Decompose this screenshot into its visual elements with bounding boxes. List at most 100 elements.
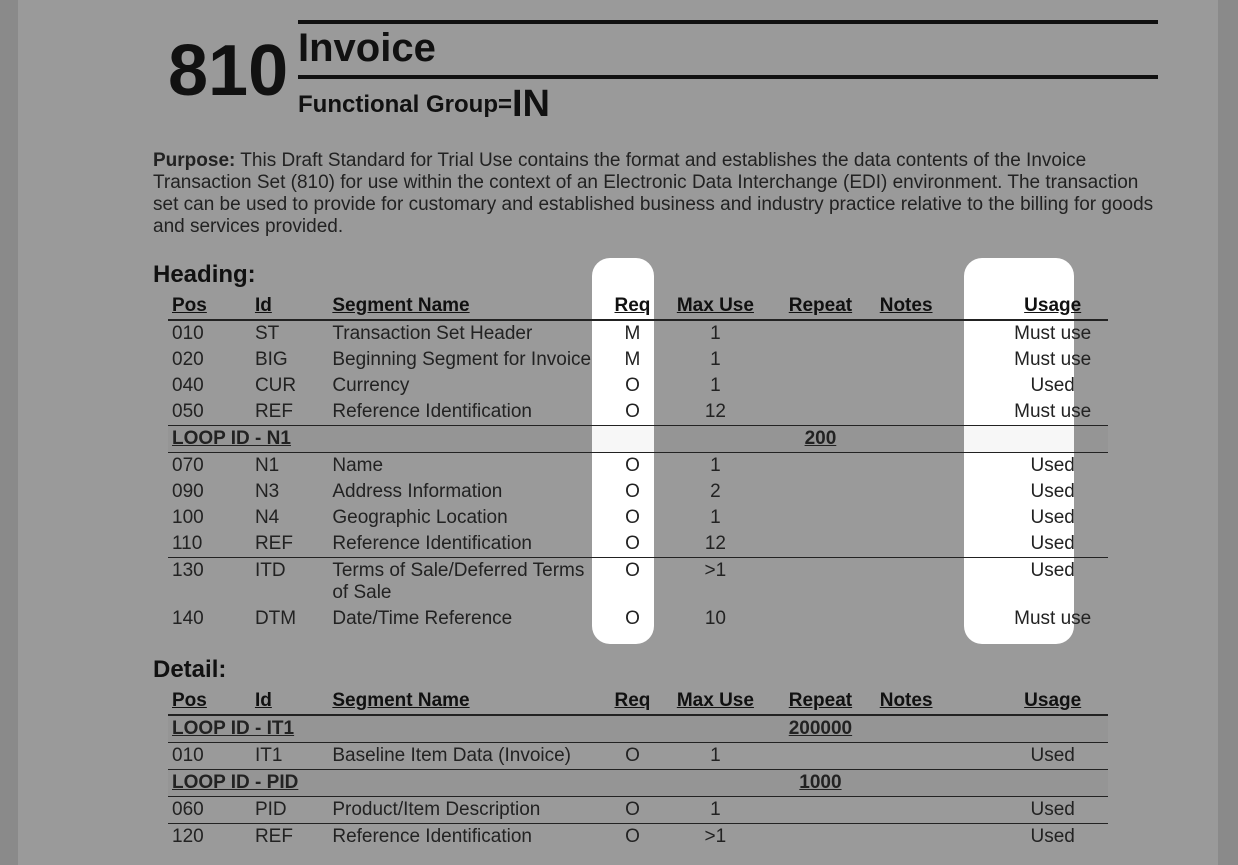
cell-id: CUR — [251, 373, 328, 399]
col-header-name: Segment Name — [328, 293, 599, 320]
functional-group-label: Functional Group= — [298, 91, 512, 118]
cell-name: Date/Time Reference — [328, 606, 599, 632]
functional-group-code: IN — [512, 83, 550, 125]
col-header-rep: Repeat — [765, 688, 876, 715]
functional-group-row: Functional Group=IN — [298, 79, 1158, 126]
cell-max: 2 — [666, 479, 766, 505]
cell-usage: Must use — [997, 399, 1108, 426]
cell-notes — [876, 320, 998, 347]
cell-req: O — [599, 797, 665, 824]
cell-req: O — [599, 479, 665, 505]
cell-id: REF — [251, 824, 328, 851]
cell-usage: Used — [997, 505, 1108, 531]
document-page: 810 Invoice Functional Group=IN Purpose:… — [18, 0, 1218, 865]
cell-usage: Used — [997, 558, 1108, 607]
cell-rep — [765, 479, 876, 505]
cell-name: Reference Identification — [328, 531, 599, 558]
cell-pos: 100 — [168, 505, 251, 531]
cell-id: IT1 — [251, 743, 328, 770]
cell-notes — [876, 479, 998, 505]
loop-id-cell: LOOP ID - PID — [168, 770, 765, 797]
cell-req: O — [599, 824, 665, 851]
document-header: 810 Invoice Functional Group=IN — [153, 20, 1158, 126]
cell-pos: 120 — [168, 824, 251, 851]
cell-notes — [876, 347, 998, 373]
cell-req: O — [599, 399, 665, 426]
cell-usage: Must use — [997, 347, 1108, 373]
cell-rep — [765, 558, 876, 607]
cell-max: 10 — [666, 606, 766, 632]
cell-req: O — [599, 453, 665, 480]
cell-usage: Used — [997, 743, 1108, 770]
detail-table: PosIdSegment NameReqMax UseRepeatNotesUs… — [168, 688, 1108, 850]
cell-name: Terms of Sale/Deferred Terms of Sale — [328, 558, 599, 607]
cell-name: Geographic Location — [328, 505, 599, 531]
cell-req: O — [599, 531, 665, 558]
cell-notes — [876, 399, 998, 426]
cell-id: REF — [251, 531, 328, 558]
cell-req: M — [599, 347, 665, 373]
cell-max: >1 — [666, 558, 766, 607]
cell-req: O — [599, 505, 665, 531]
cell-rep — [765, 531, 876, 558]
cell-usage: Must use — [997, 320, 1108, 347]
document-title: Invoice — [298, 26, 1158, 71]
loop-row: LOOP ID - N1200 — [168, 426, 1108, 453]
cell-rep — [765, 453, 876, 480]
cell-notes — [876, 824, 998, 851]
cell-pos: 070 — [168, 453, 251, 480]
cell-max: 1 — [666, 743, 766, 770]
cell-notes — [876, 797, 998, 824]
segment-row: 130ITDTerms of Sale/Deferred Terms of Sa… — [168, 558, 1108, 607]
cell-pos: 010 — [168, 743, 251, 770]
col-header-usage: Usage — [997, 293, 1108, 320]
cell-id: ITD — [251, 558, 328, 607]
cell-name: Product/Item Description — [328, 797, 599, 824]
cell-usage: Used — [997, 373, 1108, 399]
col-header-pos: Pos — [168, 688, 251, 715]
col-header-name: Segment Name — [328, 688, 599, 715]
cell-id: DTM — [251, 606, 328, 632]
cell-usage: Used — [997, 824, 1108, 851]
cell-id: N3 — [251, 479, 328, 505]
cell-pos: 040 — [168, 373, 251, 399]
cell-id: ST — [251, 320, 328, 347]
purpose-paragraph: Purpose: This Draft Standard for Trial U… — [153, 150, 1158, 237]
heading-table: PosIdSegment NameReqMax UseRepeatNotesUs… — [168, 293, 1108, 632]
cell-name: Name — [328, 453, 599, 480]
cell-name: Reference Identification — [328, 399, 599, 426]
segment-row: 010IT1Baseline Item Data (Invoice)O1Used — [168, 743, 1108, 770]
cell-pos: 010 — [168, 320, 251, 347]
cell-req: M — [599, 320, 665, 347]
segment-row: 020BIGBeginning Segment for InvoiceM1Mus… — [168, 347, 1108, 373]
segment-row: 110REFReference IdentificationO12Used — [168, 531, 1108, 558]
cell-pos: 050 — [168, 399, 251, 426]
cell-max: 1 — [666, 320, 766, 347]
col-header-id: Id — [251, 293, 328, 320]
cell-id: BIG — [251, 347, 328, 373]
cell-req: O — [599, 373, 665, 399]
cell-max: 1 — [666, 373, 766, 399]
cell-max: 1 — [666, 505, 766, 531]
purpose-text: This Draft Standard for Trial Use contai… — [153, 150, 1153, 237]
cell-name: Baseline Item Data (Invoice) — [328, 743, 599, 770]
purpose-label: Purpose: — [153, 150, 235, 171]
cell-id: REF — [251, 399, 328, 426]
col-header-rep: Repeat — [765, 293, 876, 320]
cell-notes — [876, 606, 998, 632]
title-row: Invoice — [298, 20, 1158, 79]
cell-rep — [765, 505, 876, 531]
col-header-max: Max Use — [666, 293, 766, 320]
cell-usage: Used — [997, 797, 1108, 824]
cell-req: O — [599, 606, 665, 632]
col-header-usage: Usage — [997, 688, 1108, 715]
cell-usage: Used — [997, 479, 1108, 505]
cell-max: 12 — [666, 399, 766, 426]
segment-row: 050REFReference IdentificationO12 Must us… — [168, 399, 1108, 426]
cell-rep — [765, 347, 876, 373]
segment-row: 070N1NameO1Used — [168, 453, 1108, 480]
cell-pos: 110 — [168, 531, 251, 558]
cell-id: N1 — [251, 453, 328, 480]
cell-rep — [765, 606, 876, 632]
cell-max: 1 — [666, 453, 766, 480]
